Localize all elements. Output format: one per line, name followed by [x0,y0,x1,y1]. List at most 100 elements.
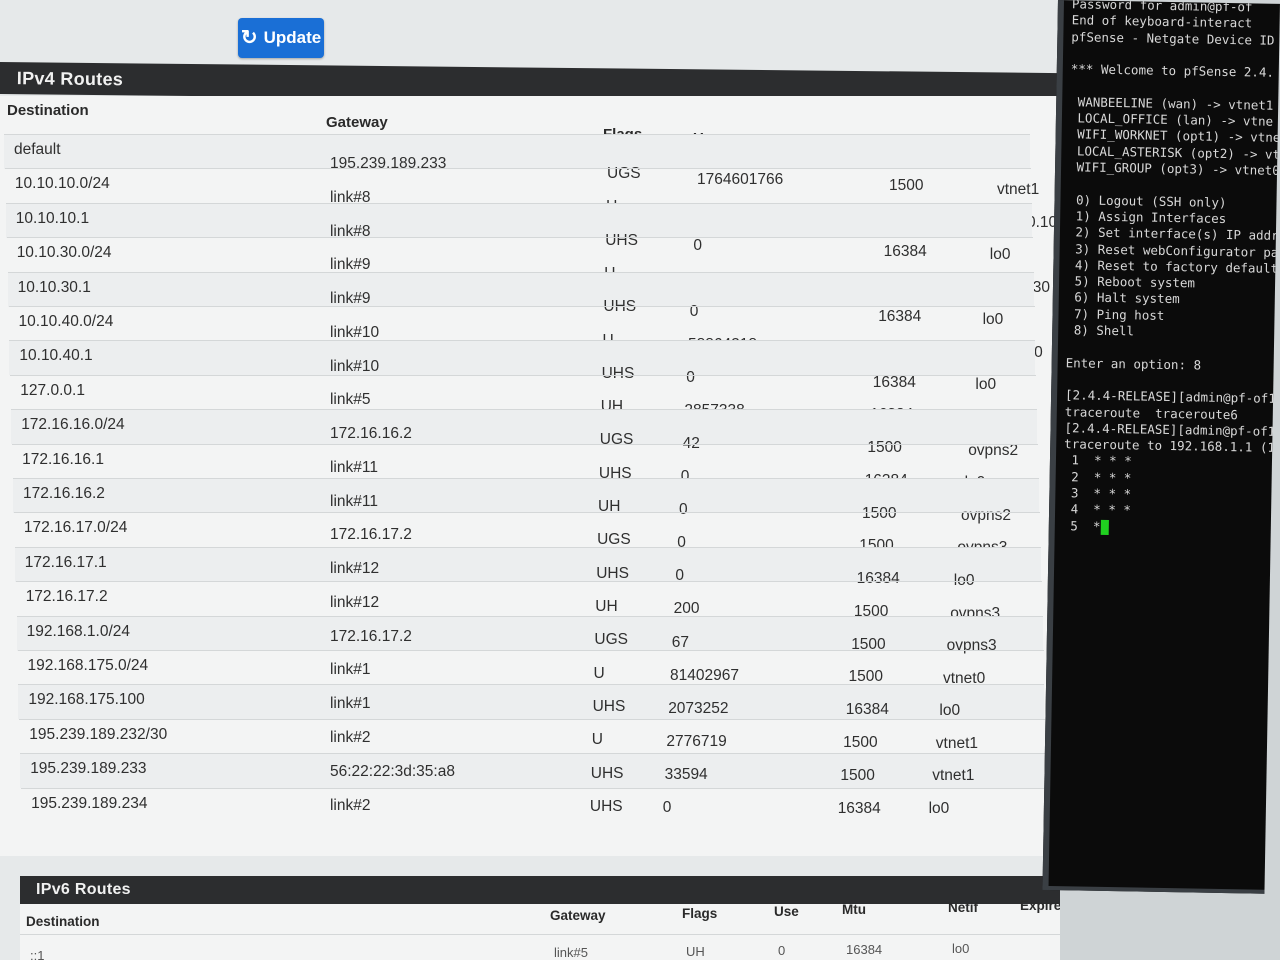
cell-flags: UHS [590,764,624,782]
cell-gateway: link#2 [329,728,371,746]
cell-netif: vtnet1 [932,767,975,785]
table-row: 10.10.40.0/24link#10U588642181500vtnet0.… [8,306,1043,361]
ipv6-col-header-flags[interactable]: Flags [682,906,717,921]
terminal-line: 6) Halt system [1066,289,1180,307]
cell-gateway: 56:22:22:3d:35:a8 [329,762,455,780]
cell-destination: 10.10.10.0/24 [14,175,110,193]
cell-destination: 10.10.10.1 [15,209,90,227]
cell-destination: 10.10.40.1 [19,347,93,365]
cell-flags: UH [595,598,618,615]
terminal-line: 3 * * * [1063,485,1132,502]
cell-destination: 172.16.17.1 [24,553,107,571]
table-row: 192.168.1.0/24 172.16.17.2 UGS 67 1500 ovpns3 [16,615,1043,654]
cell-flags: U [593,664,605,682]
cell-mtu: 1500 [843,733,878,751]
table-row: 10.10.30.1 link#9 UHS 0 16384 lo0 [7,271,1034,328]
cell-flags: UHS [589,797,623,815]
cell-destination: 195.239.189.233 [30,760,147,778]
cell-gateway: link#1 [330,661,371,679]
cell-netif: lo0 [939,702,961,720]
ipv4-col-header-gateway[interactable]: Gateway [326,114,388,131]
terminal-line: pfSense - Netgate Device ID [1071,28,1275,48]
cell-destination: 10.10.30.1 [17,278,91,296]
table-row: 172.16.16.1link#11UHS016384lo0 [12,443,1039,491]
cell-destination: 172.16.16.2 [23,485,105,502]
cell-gateway: 172.16.17.2 [329,526,412,544]
cell-mtu: 1500 [840,766,875,784]
terminal-line: traceroute traceroute6 [1064,403,1239,422]
table-row: 192.168.175.0/24 link#1 U 81402967 1500 vtnet… [17,650,1044,687]
cell-destination: 192.168.175.0/24 [27,657,149,674]
terminal-line: End of keyboard-interact [1071,12,1253,31]
cell-use: 0 [662,798,672,816]
terminal-line: WIFI_GROUP (opt3) -> vtnet0 [1068,159,1280,178]
table-row: 10.10.10.1 link#8 UHS 0 16384 lo0 [5,202,1032,263]
table-row: default 195.239.189.233 UGS 1764601766 1500 v… [4,134,1039,198]
cell-netif: lo0 [928,800,950,818]
cell-destination: 172.16.16.1 [22,450,104,468]
ipv6-col-header-destination[interactable]: Destination [26,914,100,929]
terminal-line: 5) Reboot system [1066,273,1196,291]
cell-destination: default [14,141,61,158]
cell-gateway: link#12 [329,593,380,611]
cell-use: 2776719 [666,732,727,750]
cell-flags: UGS [594,631,628,649]
update-button[interactable]: ↻ Update [238,18,324,58]
cell-use: 0 [778,943,786,958]
web-gui: ↻ Update IPv4 Routes DestinationGatewayF… [0,0,1060,960]
cell-gateway: link#5 [554,945,588,960]
ipv6-routes-table: Destination Gateway Flags Use Mtu Netif Expire… [20,898,1060,960]
cell-destination: 172.16.17.0/24 [23,519,128,537]
cell-destination: 192.168.1.0/24 [26,622,131,640]
ipv6-col-header-expire[interactable]: Expire [1020,898,1060,913]
terminal-line: 1 * * * [1063,452,1132,469]
ipv4-col-header-destination[interactable]: Destination [7,102,89,119]
cell-gateway: link#10 [329,357,380,375]
table-row: 10.10.30.0/24link#9U43283011500vtnet0.30 [6,237,1050,296]
table-row: 172.16.17.1 link#12 UHS 0 16384 lo0 [14,546,1041,589]
cell-flags: UH [686,944,705,959]
ipv6-col-header-mtu[interactable]: Mtu [842,902,866,917]
cell-gateway: link#2 [329,796,371,814]
cell-destination: 195.239.189.234 [31,794,148,812]
table-row: 10.10.40.1 link#10 UHS 0 16384 lo0 [9,340,1036,393]
ssh-terminal-window[interactable]: Password for admin@pf-of End of keyboard-… [1042,0,1280,894]
table-row: 10.10.10.0/24link#8U32071601500vtnet0.10 [4,168,1057,231]
cell-destination: 10.10.40.0/24 [18,313,114,330]
terminal-line: 1) Assign Interfaces [1068,208,1227,226]
terminal-line: LOCAL_OFFICE (lan) -> vtne [1069,110,1274,129]
cell-gateway: link#11 [330,492,378,510]
cell-mtu: 16384 [845,701,889,719]
table-row: 195.239.189.234 link#2 UHS 0 16384 lo0 [21,787,1048,823]
ipv6-col-header-use[interactable]: Use [774,904,799,919]
refresh-icon: ↻ [240,27,258,49]
cell-destination: 172.16.16.0/24 [21,416,125,434]
ipv6-col-header-gateway[interactable]: Gateway [550,908,606,923]
cell-gateway: link#5 [329,391,371,409]
cell-use: 67 [671,633,690,651]
table-row: 195.239.189.233 56:22:22:3d:35:a8 UHS 33594… [20,753,1047,789]
table-row: 192.168.175.100 link#1 UHS 2073252 16384 lo0 [18,684,1045,720]
terminal-line: *** Welcome to pfSense 2.4. [1070,61,1275,80]
terminal-line: 4 * * * [1062,501,1131,518]
table-row: 172.16.16.0/24 172.16.16.2 UGS 42 1500 ovpns2 [11,409,1038,459]
terminal-line: WANBEELINE (wan) -> vtnet1 [1070,94,1274,113]
cell-flags: UHS [596,564,629,582]
cell-destination: 10.10.30.0/24 [16,244,112,262]
cell-destination: 172.16.17.2 [25,588,108,606]
terminal-line: 7) Ping host [1066,305,1165,323]
cell-netif: vtnet1 [935,734,979,752]
cell-flags: UHS [592,697,626,715]
ipv6-col-header-netif[interactable]: Netif [948,900,978,915]
cell-mtu: 16384 [837,799,881,817]
cell-use: 2073252 [668,699,729,717]
cell-destination: 195.239.189.232/30 [29,725,168,743]
terminal-line: 2 * * * [1063,468,1132,486]
update-button-label: Update [263,28,322,47]
cell-destination: 127.0.0.1 [20,381,85,399]
terminal-line: 0) Logout (SSH only) [1068,191,1227,210]
table-row: 172.16.16.2 link#11 UH 0 1500 ovpns2 [13,478,1039,524]
terminal-line: 5 * [1062,517,1101,534]
cell-gateway: 172.16.17.2 [329,627,412,645]
cell-gateway: link#12 [329,560,380,578]
